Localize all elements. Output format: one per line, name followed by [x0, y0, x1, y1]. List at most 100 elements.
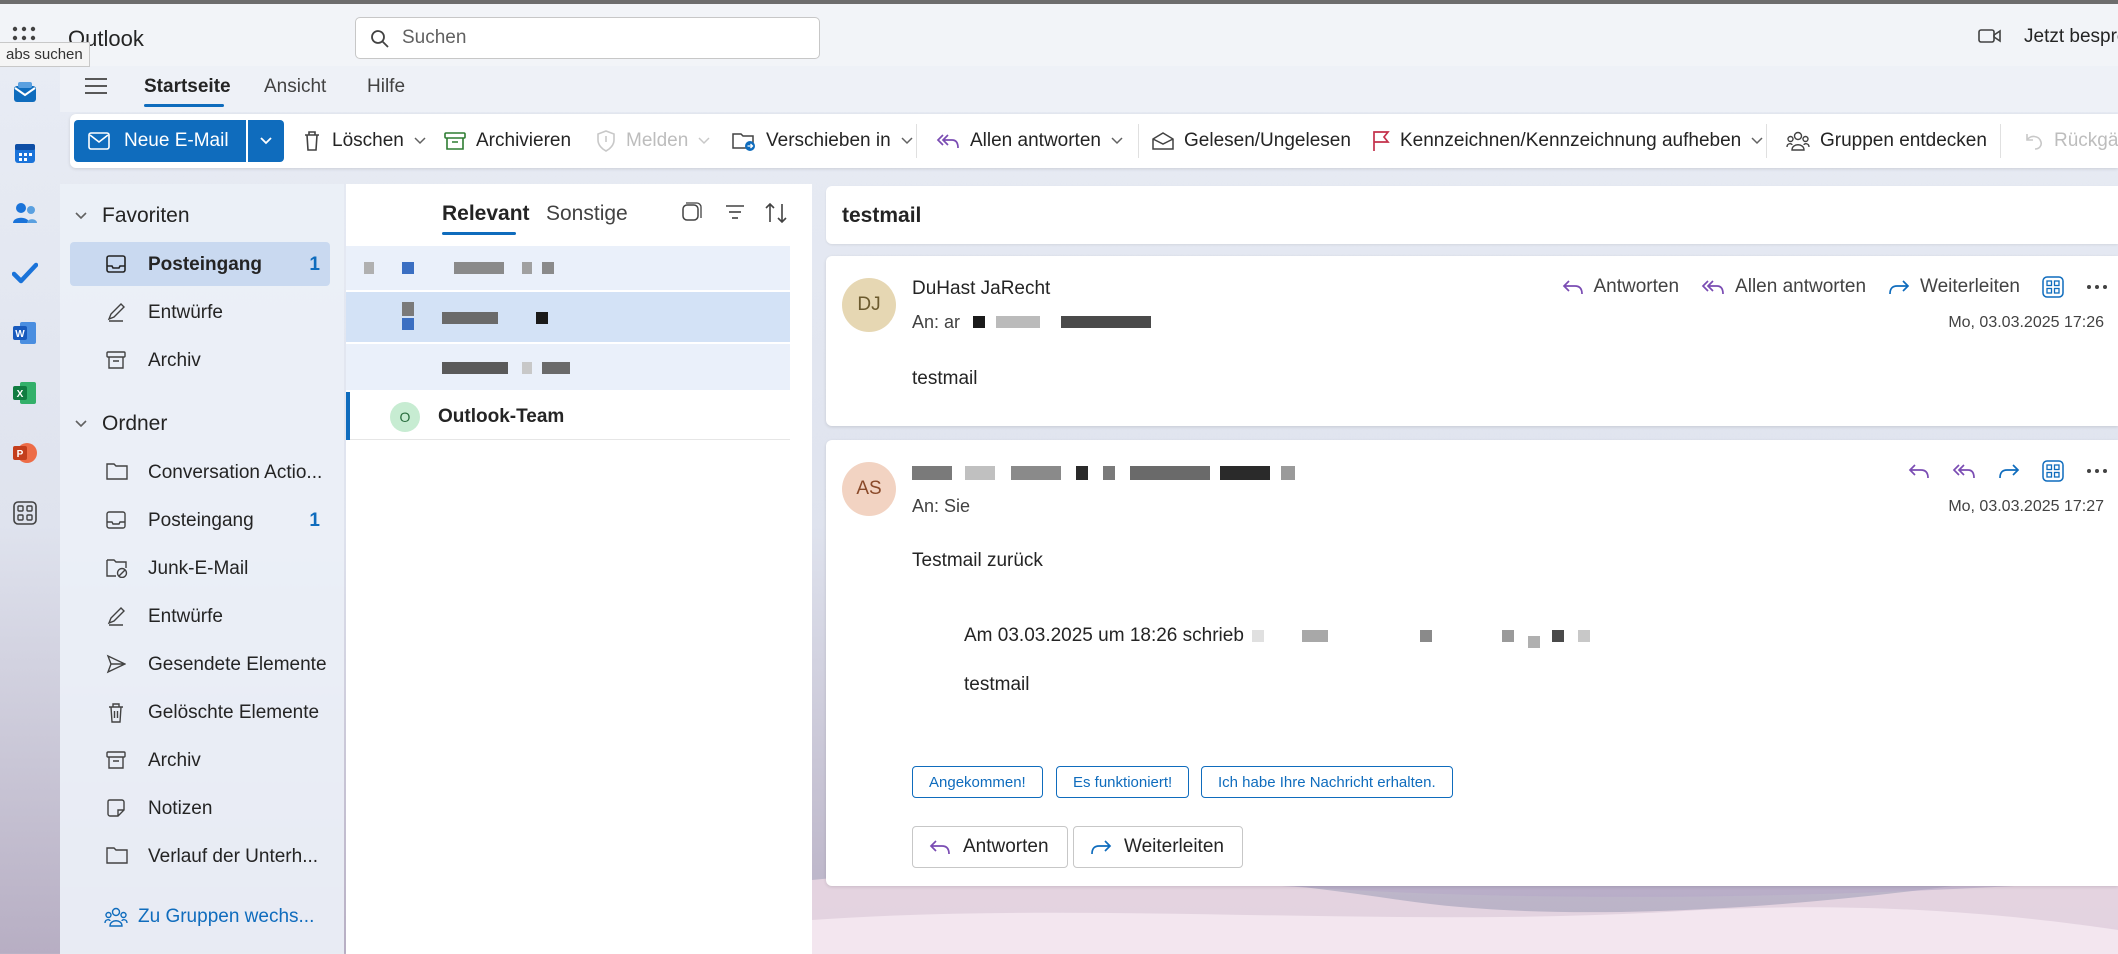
list-item[interactable]: [346, 246, 790, 290]
apps-icon[interactable]: [2042, 276, 2064, 298]
folder-label: Archiv: [148, 750, 201, 771]
word-app-icon[interactable]: W: [10, 318, 40, 348]
select-icon[interactable]: [680, 202, 702, 224]
active-tab-indicator: [442, 232, 516, 235]
delete-button[interactable]: Löschen: [302, 114, 436, 168]
switch-to-groups-link[interactable]: Zu Gruppen wechs...: [104, 906, 314, 928]
new-mail-button[interactable]: Neue E-Mail: [74, 120, 246, 162]
list-item[interactable]: [346, 292, 790, 342]
chevron-down-icon[interactable]: [698, 137, 710, 145]
chevron-down-icon: [75, 420, 87, 428]
read-unread-button[interactable]: Gelesen/Ungelesen: [1152, 114, 1351, 168]
undo-button[interactable]: Rückgä: [2024, 114, 2118, 168]
flag-button[interactable]: Kennzeichnen/Kennzeichnung aufheben: [1372, 114, 1773, 168]
more-icon[interactable]: [2086, 284, 2108, 290]
reply-icon: [1562, 280, 1583, 295]
chevron-down-icon[interactable]: [1751, 137, 1763, 145]
svg-text:W: W: [15, 329, 25, 340]
folder-verlauf[interactable]: Verlauf der Unterh...: [70, 834, 330, 878]
new-mail-dropdown[interactable]: [248, 120, 284, 162]
powerpoint-app-icon[interactable]: P: [10, 438, 40, 468]
menu-icon[interactable]: [84, 76, 108, 96]
reply-icon[interactable]: [1908, 462, 1930, 480]
favorite-archiv[interactable]: Archiv: [70, 338, 330, 382]
list-item[interactable]: [346, 344, 790, 390]
todo-app-icon[interactable]: [10, 258, 40, 288]
message-list: Relevant Sonstige O Outlook-Team: [346, 184, 812, 954]
chevron-down-icon[interactable]: [414, 137, 426, 145]
folder-entwuerfe[interactable]: Entwürfe: [70, 594, 330, 638]
favorite-posteingang[interactable]: Posteingang 1: [70, 242, 330, 286]
tab-relevant[interactable]: Relevant: [442, 202, 530, 226]
flag-icon: [1373, 131, 1390, 151]
favorites-header[interactable]: Favoriten: [74, 204, 190, 228]
folder-notizen[interactable]: Notizen: [70, 786, 330, 830]
folders-header[interactable]: Ordner: [74, 412, 167, 436]
redacted-text: [1075, 466, 1088, 480]
archive-button[interactable]: Archivieren: [444, 114, 571, 168]
more-icon[interactable]: [2086, 468, 2108, 474]
report-button[interactable]: Melden: [596, 114, 720, 168]
avatar: O: [390, 402, 420, 432]
quick-reply-nachricht-erhalten[interactable]: Ich habe Ihre Nachricht erhalten.: [1201, 766, 1453, 798]
tooltip: abs suchen: [0, 42, 90, 67]
groups-icon: [1786, 131, 1810, 151]
reply-button[interactable]: Antworten: [1562, 276, 1679, 298]
move-to-button[interactable]: Verschieben in: [732, 114, 923, 168]
reply-all-button[interactable]: Allen antworten: [936, 114, 1133, 168]
message-body: Testmail zurück: [912, 550, 1043, 571]
redacted-text: [454, 262, 504, 274]
recipient: Sie: [944, 496, 971, 516]
meet-now-button[interactable]: Jetzt bespre: [2024, 26, 2118, 48]
reply-all-label: Allen antworten: [1735, 276, 1867, 297]
tab-startseite[interactable]: Startseite: [144, 76, 231, 98]
forward-button[interactable]: Weiterleiten: [1888, 276, 2020, 298]
more-apps-icon[interactable]: [10, 498, 40, 528]
discover-groups-button[interactable]: Gruppen entdecken: [1786, 114, 1987, 168]
quote-header: Am 03.03.2025 um 18:26 schrieb: [964, 624, 1590, 648]
folder-gesendet[interactable]: Gesendete Elemente: [70, 642, 330, 686]
filter-icon[interactable]: [724, 202, 746, 222]
sender-name-redacted[interactable]: [912, 464, 1295, 486]
chevron-down-icon[interactable]: [901, 137, 913, 145]
list-item-outlook-team[interactable]: O Outlook-Team: [346, 392, 790, 440]
mail-app-icon[interactable]: [10, 78, 40, 108]
people-app-icon[interactable]: [10, 198, 40, 228]
excel-app-icon[interactable]: X: [10, 378, 40, 408]
calendar-app-icon[interactable]: [10, 138, 40, 168]
quick-reply-es-funktioniert[interactable]: Es funktioniert!: [1056, 766, 1190, 798]
search-input[interactable]: Suchen: [355, 17, 820, 59]
redacted-text: [1061, 316, 1152, 328]
redacted-text: [402, 302, 414, 316]
folder-archiv[interactable]: Archiv: [70, 738, 330, 782]
archive-label: Archivieren: [476, 130, 572, 151]
folder-junk[interactable]: Junk-E-Mail: [70, 546, 330, 590]
reply-button[interactable]: Antworten: [912, 826, 1068, 868]
ribbon-tabs: Startseite Ansicht Hilfe: [60, 66, 2118, 112]
trash-icon: [305, 131, 319, 151]
reply-all-icon[interactable]: [1952, 462, 1976, 480]
folder-icon: [106, 463, 128, 480]
sort-icon[interactable]: [764, 202, 788, 224]
move-label: Verschieben in: [766, 130, 891, 151]
sender-name[interactable]: DuHast JaRecht: [912, 278, 1050, 300]
video-camera-icon[interactable]: [1978, 26, 2002, 46]
apps-icon[interactable]: [2042, 460, 2064, 482]
forward-icon: [1091, 840, 1112, 855]
favorite-entwuerfe[interactable]: Entwürfe: [70, 290, 330, 334]
forward-icon[interactable]: [1998, 462, 2020, 480]
forward-button[interactable]: Weiterleiten: [1073, 826, 1243, 868]
tab-hilfe[interactable]: Hilfe: [367, 76, 405, 98]
redacted-text: [542, 262, 554, 274]
folder-geloescht[interactable]: Gelöschte Elemente: [70, 690, 330, 734]
chevron-down-icon[interactable]: [1111, 137, 1123, 145]
folder-conversation-action[interactable]: Conversation Actio...: [70, 450, 330, 494]
reply-all-button[interactable]: Allen antworten: [1701, 276, 1866, 298]
tab-ansicht[interactable]: Ansicht: [264, 76, 326, 98]
flag-label: Kennzeichnen/Kennzeichnung aufheben: [1400, 130, 1742, 151]
tab-sonstige[interactable]: Sonstige: [546, 202, 628, 226]
quick-reply-angekommen[interactable]: Angekommen!: [912, 766, 1043, 798]
divider: [2000, 124, 2001, 158]
folder-posteingang[interactable]: Posteingang 1: [70, 498, 330, 542]
folder-label: Conversation Actio...: [148, 462, 323, 483]
